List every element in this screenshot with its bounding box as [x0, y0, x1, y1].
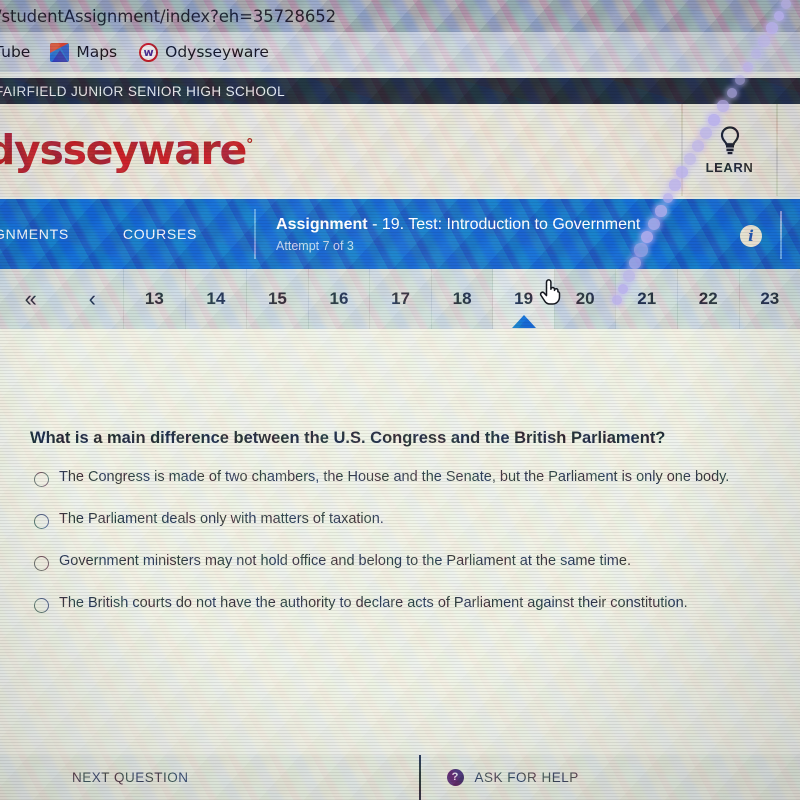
school-name: FAIRFIELD JUNIOR SENIOR HIGH SCHOOL [0, 84, 285, 99]
lightbulb-icon [717, 125, 743, 155]
learn-button[interactable]: LEARN [681, 104, 778, 196]
pager-page-17[interactable]: 17 [369, 269, 431, 329]
site-header: dysseyware° LEARN [0, 104, 800, 196]
radio-button[interactable] [34, 472, 49, 487]
pager-page-15[interactable]: 15 [246, 269, 308, 329]
question-footer: NEXT QUESTION ? ASK FOR HELP [0, 755, 800, 800]
screenshot-root: /studentAssignment/index?eh=35728652 Tub… [0, 0, 800, 800]
answer-option[interactable]: The Congress is made of two chambers, th… [34, 469, 790, 511]
pager-page-16[interactable]: 16 [308, 269, 370, 329]
odysseyware-icon: w [139, 43, 158, 62]
question-content: What is a main difference between the U.… [0, 329, 800, 755]
radio-button[interactable] [34, 514, 49, 529]
bookmark-maps[interactable]: Maps [50, 43, 117, 62]
answer-option[interactable]: The British courts do not have the autho… [34, 595, 790, 637]
nav-divider [254, 209, 256, 259]
pager-page-23[interactable]: 23 [739, 269, 800, 329]
ask-for-help-button[interactable]: ? ASK FOR HELP [447, 769, 579, 786]
assignment-nav-bar: GNMENTS COURSES Assignment - 19. Test: I… [0, 199, 800, 269]
odysseyware-logo[interactable]: dysseyware° [0, 126, 252, 174]
answer-option-label: The Congress is made of two chambers, th… [59, 469, 729, 486]
maps-icon [50, 43, 69, 62]
pager-page-18[interactable]: 18 [431, 269, 493, 329]
nav-right-divider [780, 211, 782, 259]
browser-url-bar[interactable]: /studentAssignment/index?eh=35728652 [0, 0, 800, 32]
answer-option-label: The Parliament deals only with matters o… [59, 511, 384, 528]
logo-text: dysseyware [0, 126, 246, 174]
assignment-title-block: Assignment - 19. Test: Introduction to G… [276, 216, 640, 253]
pager-page-22[interactable]: 22 [677, 269, 739, 329]
answer-option[interactable]: The Parliament deals only with matters o… [34, 511, 790, 553]
browser-bookmarks-bar: Tube Maps w Odysseyware [0, 32, 800, 72]
answer-option-label: The British courts do not have the autho… [59, 595, 688, 612]
attempt-counter: Attempt 7 of 3 [276, 239, 640, 253]
pager-page-14[interactable]: 14 [185, 269, 247, 329]
bookmark-label: Maps [76, 43, 117, 61]
current-page-marker [512, 315, 536, 328]
url-text[interactable]: /studentAssignment/index?eh=35728652 [0, 7, 336, 26]
assignment-title-row: Assignment - 19. Test: Introduction to G… [276, 216, 640, 234]
question-pagination: « ‹ 13 14 15 16 17 18 19 20 21 22 23 [0, 269, 800, 329]
answer-options-list: The Congress is made of two chambers, th… [34, 469, 790, 637]
pager-page-20[interactable]: 20 [554, 269, 616, 329]
assignment-title: - 19. Test: Introduction to Government [368, 216, 641, 233]
assignment-word: Assignment [276, 216, 368, 233]
next-question-button[interactable]: NEXT QUESTION [72, 770, 189, 785]
bookmark-odysseyware[interactable]: w Odysseyware [139, 43, 269, 62]
pager-page-13[interactable]: 13 [123, 269, 185, 329]
pager-page-21[interactable]: 21 [615, 269, 677, 329]
bookmark-label: Odysseyware [165, 43, 269, 61]
info-icon[interactable]: i [740, 225, 762, 247]
answer-option[interactable]: Government ministers may not hold office… [34, 553, 790, 595]
answer-option-label: Government ministers may not hold office… [59, 553, 631, 570]
radio-button[interactable] [34, 598, 49, 613]
pager-prev-button[interactable]: ‹ [62, 269, 124, 329]
pager-page-19[interactable]: 19 [492, 269, 554, 329]
question-text: What is a main difference between the U.… [30, 429, 665, 448]
ask-for-help-label: ASK FOR HELP [475, 770, 579, 785]
school-name-bar: FAIRFIELD JUNIOR SENIOR HIGH SCHOOL [0, 78, 800, 104]
pager-first-button[interactable]: « [0, 269, 62, 329]
question-mark-icon: ? [447, 769, 464, 786]
bookmark-label: Tube [0, 43, 30, 61]
footer-divider [419, 755, 421, 800]
logo-mark: ° [246, 135, 252, 153]
nav-item-assignments[interactable]: GNMENTS [0, 226, 69, 242]
pager-page-label: 19 [514, 289, 533, 309]
bookmark-youtube[interactable]: Tube [0, 43, 30, 61]
learn-label: LEARN [706, 160, 754, 175]
nav-item-courses[interactable]: COURSES [123, 226, 197, 242]
radio-button[interactable] [34, 556, 49, 571]
